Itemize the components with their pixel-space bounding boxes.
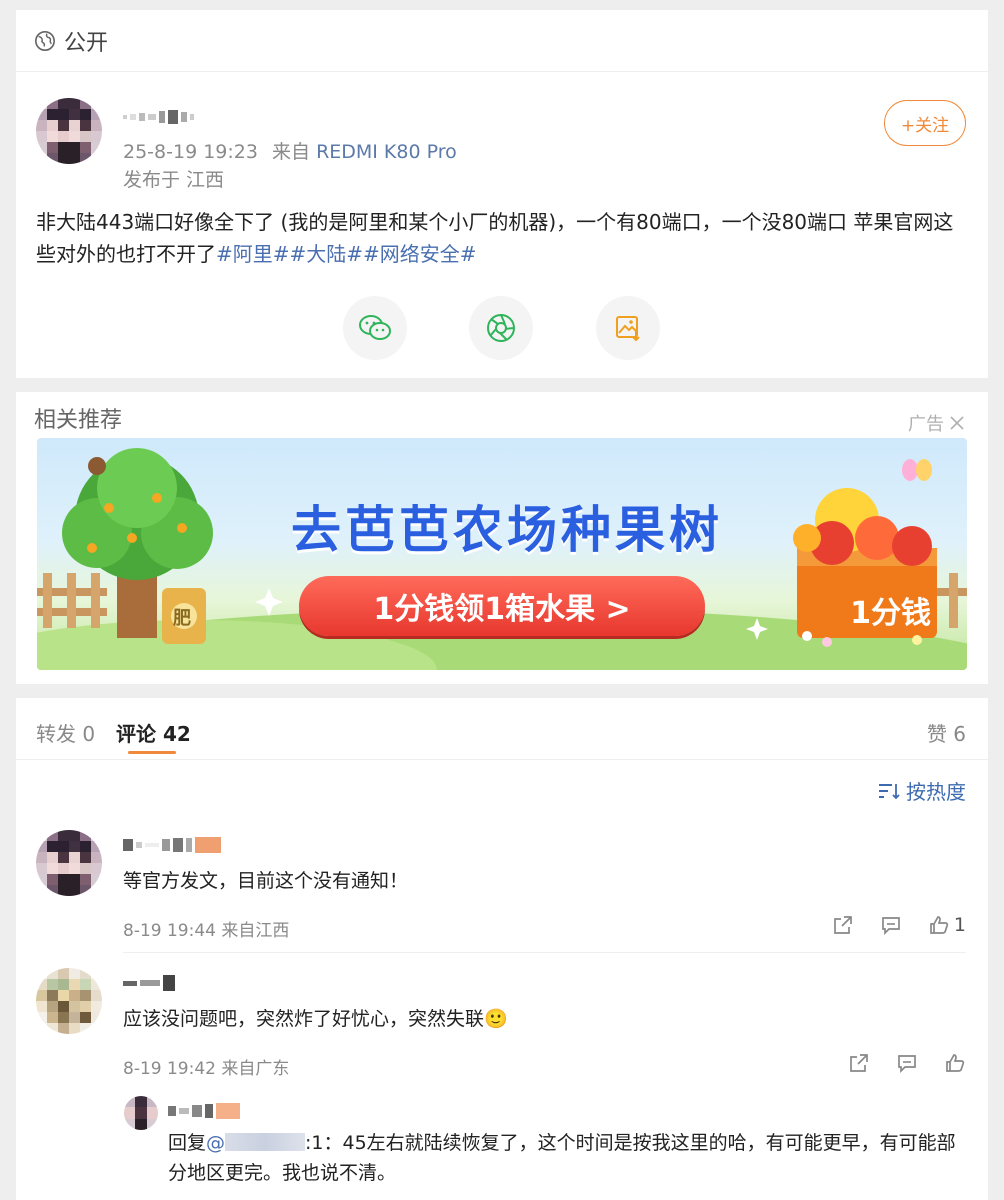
close-icon[interactable] — [948, 414, 966, 432]
comment-divider — [123, 952, 966, 953]
post-meta: 25-8-19 19:23 来自 REDMI K80 Pro — [123, 137, 457, 164]
save-image-icon — [616, 316, 640, 342]
post-card: 公开 25-8-19 19:23 来自 REDMI K80 Pro 发布于 江西… — [16, 10, 988, 378]
comment-text: 应该没问题吧，突然炸了好忧心，突然失联🙂 — [123, 1008, 508, 1030]
post-body: 非大陆443端口好像全下了 (我的是阿里和某个小厂的机器)，一个有80端口，一个… — [36, 206, 971, 270]
wechat-icon — [359, 315, 391, 340]
reply-mention[interactable]: @ — [206, 1132, 306, 1154]
comment-time: 8-19 19:44 来自江西 — [123, 921, 290, 941]
recommend-title: 相关推荐 — [34, 408, 123, 433]
sort-label: 按热度 — [906, 780, 966, 804]
comment-tabs: 转发 0 评论 42 赞 6 — [16, 698, 988, 760]
share-wechat-button[interactable] — [343, 296, 407, 360]
hashtag-aliyun[interactable]: #阿里# — [216, 242, 290, 266]
reply-author-blurred[interactable] — [168, 1100, 240, 1122]
commenter-name-blurred[interactable] — [123, 972, 175, 994]
reply-prefix: 回复 — [168, 1132, 207, 1154]
recommend-card: 相关推荐 广告 去芭芭农场种果树 1分钱领1箱水果 > 1分钱 肥 — [16, 392, 988, 684]
post-location: 发布于 江西 — [123, 169, 225, 191]
tab-comments[interactable]: 评论 42 — [116, 718, 191, 747]
comment-text: 等官方发文，目前这个没有通知！ — [123, 870, 409, 892]
save-image-button[interactable] — [596, 296, 660, 360]
ad-headline: 去芭芭农场种果树 — [291, 501, 723, 559]
ad-banner[interactable]: 去芭芭农场种果树 1分钱领1箱水果 > 1分钱 肥 — [37, 438, 967, 670]
moments-icon — [487, 314, 515, 342]
globe-icon — [35, 30, 55, 51]
post-device[interactable]: REDMI K80 Pro — [316, 141, 457, 163]
ad-box-text: 1分钱 — [850, 596, 931, 631]
ad-label-text: 广告 — [908, 414, 944, 435]
commenter-avatar[interactable] — [36, 968, 102, 1034]
post-text: 非大陆443端口好像全下了 (我的是阿里和某个小厂的机器)，一个有80端口，一个… — [36, 210, 954, 266]
share-comment-icon[interactable] — [832, 914, 854, 936]
visibility-label: 公开 — [64, 30, 109, 56]
visibility-row: 公开 — [16, 10, 988, 72]
tab-likes[interactable]: 赞 6 — [927, 718, 966, 747]
reply-comment-icon[interactable] — [896, 1052, 918, 1074]
reply-text: 回复@:1：45左右就陆续恢复了，这个时间是按我这里的哈，有可能更早，有可能部分… — [168, 1128, 968, 1188]
follow-button[interactable]: +关注 — [884, 100, 966, 146]
like-comment-icon[interactable] — [944, 1052, 966, 1074]
author-avatar[interactable] — [36, 98, 102, 164]
sort-by-hot-button[interactable]: 按热度 — [878, 776, 966, 805]
from-prefix: 来自 — [272, 141, 311, 163]
active-tab-indicator — [128, 751, 176, 754]
comment-actions — [848, 1052, 966, 1074]
share-comment-icon[interactable] — [848, 1052, 870, 1074]
author-name-blurred[interactable] — [123, 106, 194, 128]
ad-label[interactable]: 广告 — [908, 410, 966, 436]
ad-bag-text: 肥 — [173, 608, 191, 629]
commenter-name-blurred[interactable] — [123, 834, 221, 856]
post-time: 25-8-19 19:23 — [123, 141, 258, 163]
reply-comment-icon[interactable] — [880, 914, 902, 936]
comment-like-count: 1 — [953, 914, 966, 936]
share-moments-button[interactable] — [469, 296, 533, 360]
comment-actions: 1 — [832, 914, 966, 936]
like-comment-icon[interactable]: 1 — [928, 914, 966, 936]
comments-card: 转发 0 评论 42 赞 6 按热度 等官方发文，目前这个没有通知！ 8-19 … — [16, 698, 988, 1200]
commenter-avatar[interactable] — [36, 830, 102, 896]
reply-mention-at: @ — [206, 1132, 226, 1154]
mention-name-blurred — [225, 1133, 306, 1151]
sort-icon — [879, 783, 900, 799]
hashtag-mainland[interactable]: #大陆# — [290, 242, 364, 266]
reply-avatar[interactable] — [124, 1096, 158, 1130]
comment-time: 8-19 19:42 来自广东 — [123, 1059, 290, 1079]
ad-cta-button[interactable]: 1分钱领1箱水果 > — [299, 576, 705, 636]
tab-reposts[interactable]: 转发 0 — [36, 718, 95, 747]
hashtag-network-security[interactable]: #网络安全# — [363, 242, 477, 266]
